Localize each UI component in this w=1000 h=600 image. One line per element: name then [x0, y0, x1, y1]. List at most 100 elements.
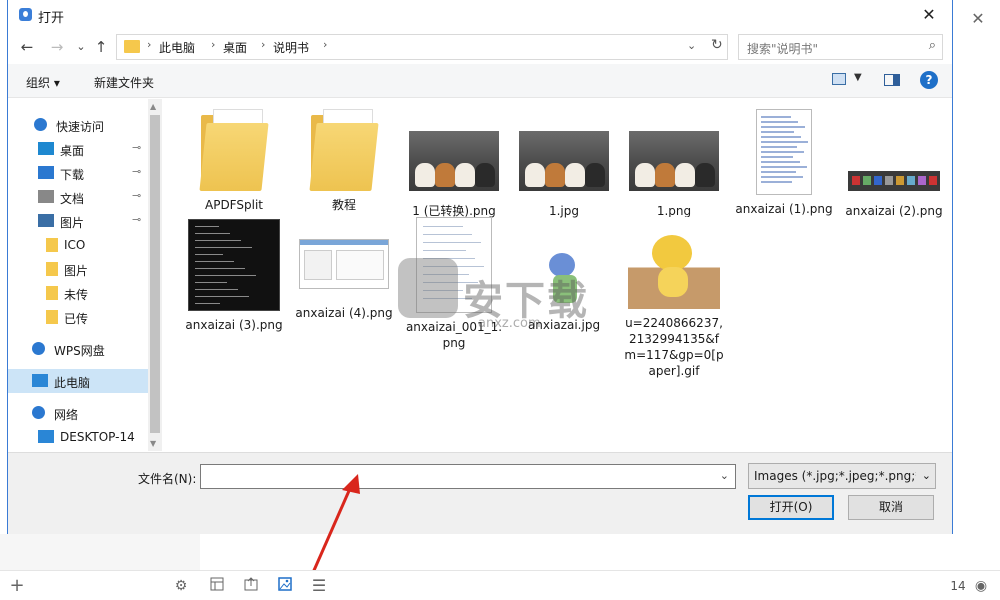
sidebar-item[interactable]: DESKTOP-14 [8, 425, 154, 449]
command-bar: 组织 ▾ 新建文件夹 ▼ ? [8, 64, 952, 98]
pin-icon: ⊸ [132, 213, 142, 226]
file-item[interactable]: APDFSplit [184, 109, 284, 213]
folder-thumbnail [199, 109, 269, 191]
eye-icon[interactable]: ◉ [972, 577, 990, 595]
breadcrumb-this-pc[interactable]: 此电脑 [159, 39, 195, 56]
breadcrumb-manual[interactable]: 说明书 [273, 39, 309, 56]
watermark-logo [398, 258, 458, 318]
sidebar-item[interactable]: 图片 ⊸ [8, 209, 154, 233]
image-thumbnail [629, 131, 719, 191]
sidebar-item[interactable]: 下载 ⊸ [8, 161, 154, 185]
background-close-icon[interactable]: ✕ [968, 9, 988, 29]
dialog-footer: 文件名(N): ⌄ Images (*.jpg;*.jpeg;*.png;*.g… [8, 452, 952, 534]
sidebar-item[interactable]: 快速访问 [8, 113, 154, 137]
breadcrumb-desktop[interactable]: 桌面 [223, 39, 247, 56]
sidebar-item[interactable]: 网络 [8, 401, 154, 425]
image-thumbnail [756, 109, 812, 195]
nav-scrollbar[interactable]: ▲ ▼ [148, 99, 162, 451]
sidebar-item[interactable]: 桌面 ⊸ [8, 137, 154, 161]
filename-input[interactable]: ⌄ [200, 464, 736, 489]
sidebar-item-label: 网络 [54, 408, 79, 422]
title-bar: 打开 ✕ [8, 0, 952, 30]
file-item[interactable]: anxaizai (4).png [294, 227, 394, 321]
pin-icon: ⊸ [132, 189, 142, 202]
file-item[interactable]: u=2240866237,2132994135&fm=117&gp=0[pape… [624, 217, 724, 379]
dialog-title: 打开 [38, 11, 65, 26]
pin-icon: ⊸ [132, 141, 142, 154]
organize-button[interactable]: 组织 ▾ [26, 74, 60, 91]
document-icon [38, 190, 54, 203]
computer-icon [32, 374, 48, 387]
add-icon[interactable]: + [8, 577, 26, 595]
file-item[interactable]: anxaizai (2).png [844, 109, 944, 219]
file-item[interactable]: 1 (已转换).png [404, 109, 504, 219]
breadcrumb-separator: › [147, 38, 152, 51]
sidebar-item[interactable]: 已传 [8, 305, 154, 329]
file-item[interactable]: anxaizai (1).png [734, 109, 834, 217]
image-icon[interactable] [276, 577, 294, 595]
breadcrumb-separator: › [323, 38, 328, 51]
recent-locations-button[interactable]: ⌄ [70, 36, 92, 58]
change-view-icon[interactable] [832, 73, 846, 85]
refresh-icon[interactable]: ↻ [711, 37, 723, 53]
file-type-dropdown-icon[interactable]: ⌄ [922, 469, 931, 482]
sidebar-item-label: 此电脑 [54, 376, 91, 390]
sidebar-item-label: 桌面 [60, 144, 85, 158]
file-item[interactable]: 教程 [294, 109, 394, 213]
address-bar[interactable]: › 此电脑 › 桌面 › 说明书 › ⌄ ↻ [116, 34, 728, 60]
sidebar-item-label: WPS网盘 [54, 344, 105, 358]
file-name: APDFSplit [205, 198, 263, 212]
open-file-dialog: 打开 ✕ ← → ⌄ ↑ › 此电脑 › 桌面 › 说明书 › ⌄ ↻ 搜索"说… [7, 0, 953, 534]
page-count: 14 [950, 579, 966, 593]
file-name: u=2240866237,2132994135&fm=117&gp=0[pape… [624, 316, 724, 378]
close-button[interactable]: ✕ [906, 0, 952, 30]
menu-icon[interactable]: ☰ [310, 577, 328, 595]
folder-icon [46, 238, 58, 252]
search-icon[interactable]: ⌕ [929, 38, 936, 53]
forward-button[interactable]: → [46, 36, 68, 58]
file-type-select[interactable]: Images (*.jpg;*.jpeg;*.png;*.g ⌄ [748, 463, 936, 489]
settings-icon[interactable]: ⚙ [172, 577, 190, 595]
scroll-up-icon[interactable]: ▲ [150, 102, 156, 111]
folder-thumbnail [309, 109, 379, 191]
address-dropdown-icon[interactable]: ⌄ [687, 39, 696, 52]
open-button[interactable]: 打开(O) [748, 495, 834, 520]
folder-icon [46, 286, 58, 300]
navigation-bar: ← → ⌄ ↑ › 此电脑 › 桌面 › 说明书 › ⌄ ↻ 搜索"说明书" ⌕ [8, 34, 952, 60]
file-name: anxaizai (3).png [185, 318, 283, 332]
desktop-icon [38, 142, 54, 155]
image-thumbnail [628, 217, 720, 309]
sidebar-item-label: 文档 [60, 192, 85, 206]
view-options-caret-icon[interactable]: ▼ [854, 72, 862, 83]
image-thumbnail [299, 239, 389, 289]
cancel-button[interactable]: 取消 [848, 495, 934, 520]
app-icon [19, 8, 32, 21]
file-item[interactable]: 1.jpg [514, 109, 614, 219]
preview-pane-icon[interactable] [884, 74, 900, 86]
file-name: anxaizai (2).png [845, 204, 943, 218]
back-button[interactable]: ← [16, 36, 38, 58]
sidebar-item[interactable]: 图片 [8, 257, 154, 281]
breadcrumb-separator: › [261, 38, 266, 51]
filename-dropdown-icon[interactable]: ⌄ [720, 469, 729, 482]
image-thumbnail [188, 219, 280, 311]
layout-icon[interactable] [208, 577, 226, 595]
sidebar-item[interactable]: 未传 [8, 281, 154, 305]
sidebar-item[interactable]: WPS网盘 [8, 337, 154, 361]
help-icon[interactable]: ? [920, 71, 938, 89]
export-icon[interactable] [242, 577, 260, 595]
sidebar-item[interactable]: ICO [8, 233, 154, 257]
sidebar-item-label: 未传 [64, 288, 89, 302]
file-name: 教程 [331, 198, 356, 212]
network-icon [32, 406, 45, 419]
sidebar-item[interactable]: 此电脑 [8, 369, 154, 393]
up-button[interactable]: ↑ [90, 36, 112, 58]
search-box[interactable]: 搜索"说明书" ⌕ [738, 34, 943, 60]
file-item[interactable]: 1.png [624, 109, 724, 219]
sidebar-item[interactable]: 文档 ⊸ [8, 185, 154, 209]
nav-scroll-thumb[interactable] [150, 115, 160, 433]
new-folder-button[interactable]: 新建文件夹 [94, 74, 154, 91]
file-item[interactable]: anxaizai (3).png [184, 219, 284, 333]
sidebar-item-label: 图片 [60, 216, 85, 230]
scroll-down-icon[interactable]: ▼ [150, 439, 156, 448]
